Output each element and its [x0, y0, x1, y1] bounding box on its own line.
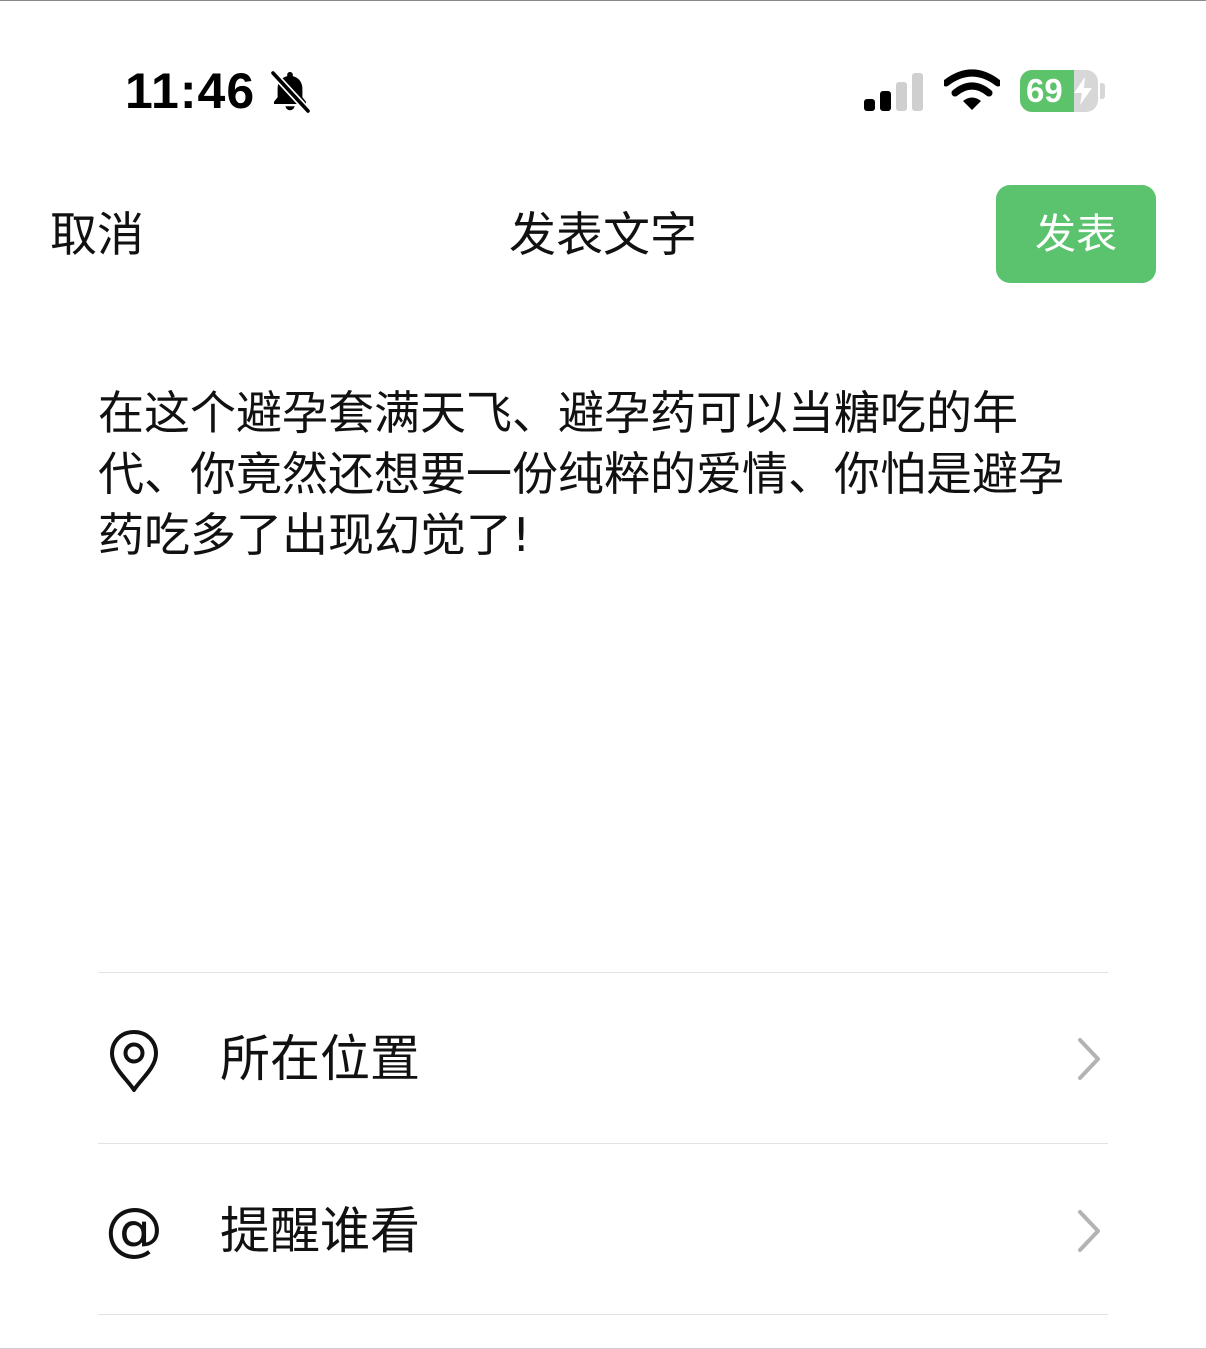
status-bar: 11:46 69	[0, 1, 1206, 151]
mention-label: 提醒谁看	[220, 1202, 420, 1260]
location-row[interactable]: 所在位置	[98, 973, 1108, 1143]
battery-cap	[1100, 83, 1105, 99]
bell-slash-icon	[269, 69, 312, 115]
chevron-right-icon	[1078, 1210, 1100, 1252]
svg-text:@: @	[105, 1199, 163, 1263]
wifi-icon	[944, 69, 1000, 110]
battery-percent: 69	[1026, 72, 1063, 109]
battery-indicator: 69	[1020, 70, 1106, 112]
divider	[98, 1314, 1108, 1315]
mention-row[interactable]: @ 提醒谁看	[98, 1144, 1108, 1314]
chevron-right-icon	[1078, 1038, 1100, 1080]
status-time: 11:46	[125, 63, 256, 119]
battery-body: 69	[1020, 70, 1098, 112]
location-label: 所在位置	[220, 1030, 420, 1088]
cancel-button[interactable]: 取消	[50, 205, 144, 267]
charging-bolt-icon	[1074, 77, 1092, 105]
at-sign-icon: @	[105, 1199, 163, 1263]
cellular-signal-icon	[864, 73, 923, 111]
location-pin-icon	[110, 1030, 158, 1092]
publish-button[interactable]: 发表	[996, 185, 1156, 283]
post-text-input[interactable]: 在这个避孕套满天飞、避孕药可以当糖吃的年代、你竟然还想要一份纯粹的爱情、你怕是避…	[98, 383, 1098, 566]
